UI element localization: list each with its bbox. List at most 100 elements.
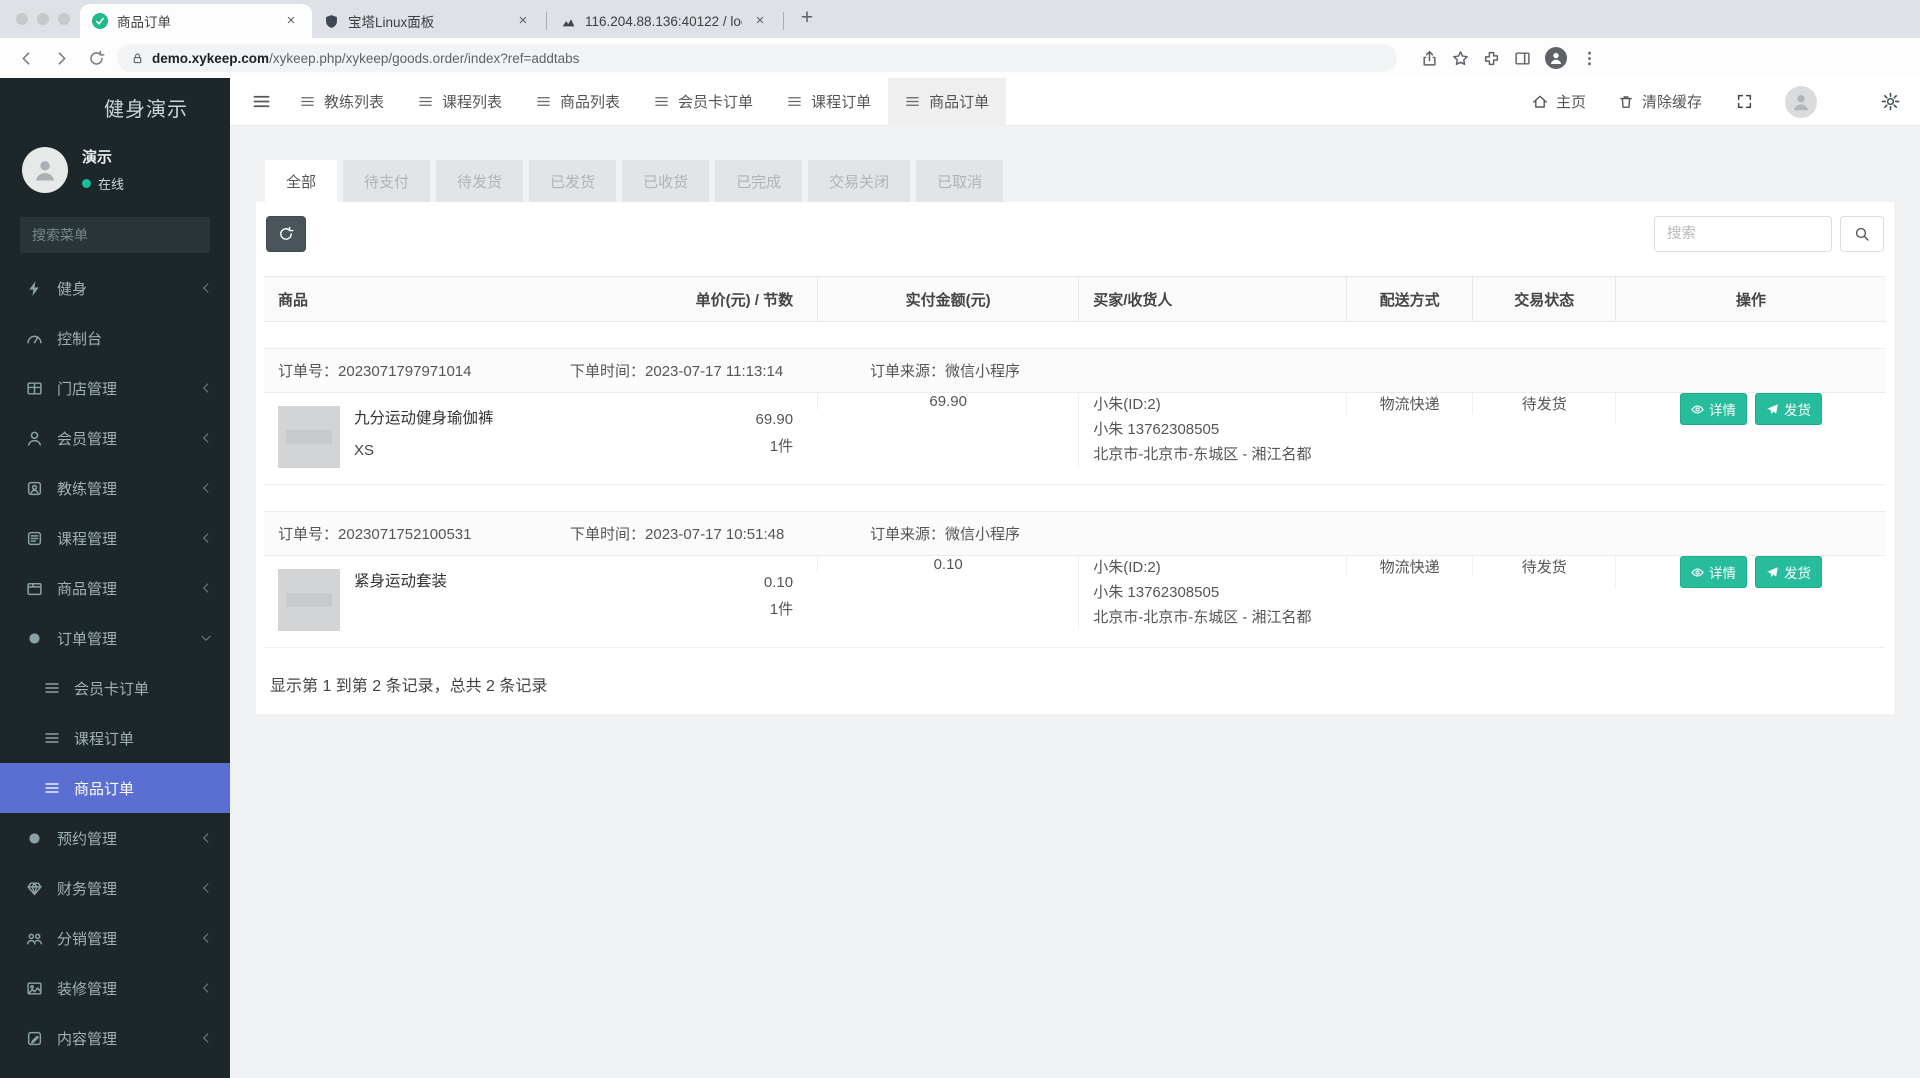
trade-status: 待发货 bbox=[1472, 393, 1615, 414]
chevron-left-icon bbox=[200, 432, 212, 444]
lock-icon bbox=[131, 52, 144, 65]
fullscreen-icon[interactable] bbox=[1736, 93, 1753, 110]
tab-close-icon[interactable]: × bbox=[282, 12, 300, 30]
filter-tab-received[interactable]: 已收货 bbox=[622, 160, 710, 202]
product-image bbox=[278, 406, 340, 468]
sidebar-item-goods-mgmt[interactable]: 商品管理 bbox=[0, 563, 230, 613]
sidebar-item-dashboard[interactable]: 控制台 bbox=[0, 313, 230, 363]
chevron-left-icon bbox=[200, 532, 212, 544]
list-icon bbox=[44, 780, 60, 796]
online-dot-icon bbox=[82, 179, 91, 188]
forward-icon[interactable] bbox=[53, 50, 70, 67]
window-minimize-button[interactable] bbox=[37, 13, 49, 25]
sidebar-item-coach-mgmt[interactable]: 教练管理 bbox=[0, 463, 230, 513]
search-icon bbox=[1854, 226, 1870, 242]
tab-close-icon[interactable]: × bbox=[514, 12, 532, 30]
clear-cache-button[interactable]: 清除缓存 bbox=[1606, 78, 1714, 126]
tab-goods-orders[interactable]: 商品订单 bbox=[888, 77, 1007, 126]
site-favicon bbox=[92, 13, 108, 29]
table-search-input[interactable] bbox=[1654, 216, 1832, 252]
col-actions: 操作 bbox=[1615, 277, 1886, 321]
user-panel: 演示 在线 bbox=[0, 136, 230, 207]
sidebar-item-finance-mgmt[interactable]: 财务管理 bbox=[0, 863, 230, 913]
topnav: 教练列表 课程列表 商品列表 会员卡订单 课程订单 商品订单 主页 清除缓存 bbox=[230, 77, 1920, 126]
menu-search-input[interactable] bbox=[32, 227, 213, 243]
sidebar-item-course-mgmt[interactable]: 课程管理 bbox=[0, 513, 230, 563]
extensions-icon[interactable] bbox=[1483, 50, 1500, 67]
window-zoom-button[interactable] bbox=[58, 13, 70, 25]
user-avatar[interactable] bbox=[22, 146, 68, 193]
sidebar-item-membercard-orders[interactable]: 会员卡订单 bbox=[0, 663, 230, 713]
col-buyer: 买家/收货人 bbox=[1078, 277, 1346, 321]
sidebar-item-goods-orders[interactable]: 商品订单 bbox=[0, 763, 230, 813]
ship-button[interactable]: 发货 bbox=[1755, 556, 1823, 588]
sidebar-item-member-mgmt[interactable]: 会员管理 bbox=[0, 413, 230, 463]
browser-menu-icon[interactable] bbox=[1581, 50, 1598, 67]
share-icon[interactable] bbox=[1421, 50, 1438, 67]
order-block: 订单号：2023071752100531 下单时间：2023-07-17 10:… bbox=[264, 511, 1886, 648]
sidebar-item-fitness[interactable]: 健身 bbox=[0, 263, 230, 313]
brand-title: 健身演示 bbox=[104, 98, 188, 121]
product-price: 69.90 1件 bbox=[755, 411, 794, 455]
chevron-left-icon bbox=[200, 382, 212, 394]
detail-button[interactable]: 详情 bbox=[1680, 393, 1748, 425]
browser-tab-ip[interactable]: 116.204.88.136:40122 / localh × bbox=[549, 4, 781, 38]
home-button[interactable]: 主页 bbox=[1520, 78, 1598, 126]
product-price: 0.10 1件 bbox=[763, 574, 794, 618]
ship-button[interactable]: 发货 bbox=[1755, 393, 1823, 425]
gear-icon[interactable] bbox=[1881, 92, 1900, 111]
col-price: 单价(元) / 节数 bbox=[695, 291, 794, 309]
user-name: 演示 bbox=[82, 149, 113, 166]
tab-course-orders[interactable]: 课程订单 bbox=[770, 78, 888, 126]
order-row: 九分运动健身瑜伽裤 XS 69.90 1件 69.90 小朱(ID:2) 小朱 … bbox=[264, 393, 1886, 485]
order-time: 下单时间：2023-07-17 10:51:48 bbox=[570, 526, 785, 543]
order-no: 订单号：2023071752100531 bbox=[278, 526, 472, 543]
sidebar-item-distribution-mgmt[interactable]: 分销管理 bbox=[0, 913, 230, 963]
tab-title: 宝塔Linux面板 bbox=[348, 15, 435, 30]
new-tab-button[interactable]: + bbox=[794, 6, 820, 30]
window-controls[interactable] bbox=[16, 13, 70, 25]
tab-title: 116.204.88.136:40122 / localh bbox=[585, 13, 742, 29]
order-source: 订单来源：微信小程序 bbox=[870, 363, 1021, 380]
sidebar-item-booking-mgmt[interactable]: 预约管理 bbox=[0, 813, 230, 863]
browser-tab-goods-order[interactable]: 商品订单 × bbox=[80, 4, 312, 38]
refresh-button[interactable] bbox=[266, 216, 306, 252]
tab-close-icon[interactable]: × bbox=[751, 12, 769, 30]
side-panel-icon[interactable] bbox=[1514, 50, 1531, 67]
filter-tab-shipped[interactable]: 已发货 bbox=[529, 160, 617, 202]
browser-tab-bt-panel[interactable]: 宝塔Linux面板 × bbox=[312, 4, 544, 38]
sidebar-item-course-orders[interactable]: 课程订单 bbox=[0, 713, 230, 763]
browser-profile-avatar[interactable] bbox=[1545, 47, 1567, 69]
paid-amount: 0.10 bbox=[817, 556, 1078, 573]
col-status: 交易状态 bbox=[1472, 277, 1615, 321]
admin-avatar[interactable] bbox=[1785, 85, 1817, 118]
hamburger-icon[interactable] bbox=[252, 92, 271, 111]
menu-search[interactable] bbox=[20, 217, 213, 253]
sidebar-item-content-mgmt[interactable]: 内容管理 bbox=[0, 1013, 230, 1063]
detail-button[interactable]: 详情 bbox=[1680, 556, 1748, 588]
filter-tab-to-ship[interactable]: 待发货 bbox=[436, 160, 524, 202]
address-bar[interactable]: demo.xykeep.com/xykeep.php/xykeep/goods.… bbox=[117, 44, 1397, 72]
tab-membercard-orders[interactable]: 会员卡订单 bbox=[637, 78, 770, 126]
sidebar-item-store-mgmt[interactable]: 门店管理 bbox=[0, 363, 230, 413]
browser-tabstrip: 商品订单 × 宝塔Linux面板 × 116.204.88.136:40122 … bbox=[0, 0, 1920, 38]
reload-icon[interactable] bbox=[88, 50, 105, 67]
filter-tab-completed[interactable]: 已完成 bbox=[715, 160, 803, 202]
filter-tab-unpaid[interactable]: 待支付 bbox=[343, 160, 431, 202]
chevron-left-icon bbox=[200, 282, 212, 294]
filter-tab-all[interactable]: 全部 bbox=[265, 160, 338, 202]
tab-course-list[interactable]: 课程列表 bbox=[401, 78, 519, 126]
tab-goods-list[interactable]: 商品列表 bbox=[519, 78, 637, 126]
sidebar-item-decoration-mgmt[interactable]: 装修管理 bbox=[0, 963, 230, 1013]
badge-icon bbox=[26, 480, 43, 497]
order-source: 订单来源：微信小程序 bbox=[870, 526, 1021, 543]
book-icon bbox=[26, 530, 43, 547]
back-icon[interactable] bbox=[18, 50, 35, 67]
filter-tab-cancelled[interactable]: 已取消 bbox=[916, 160, 1004, 202]
window-close-button[interactable] bbox=[16, 13, 28, 25]
bookmark-star-icon[interactable] bbox=[1452, 50, 1469, 67]
search-button[interactable] bbox=[1840, 216, 1884, 252]
filter-tab-closed[interactable]: 交易关闭 bbox=[808, 160, 911, 202]
sidebar-item-order-mgmt[interactable]: 订单管理 bbox=[0, 613, 230, 663]
tab-coach-list[interactable]: 教练列表 bbox=[283, 78, 401, 126]
